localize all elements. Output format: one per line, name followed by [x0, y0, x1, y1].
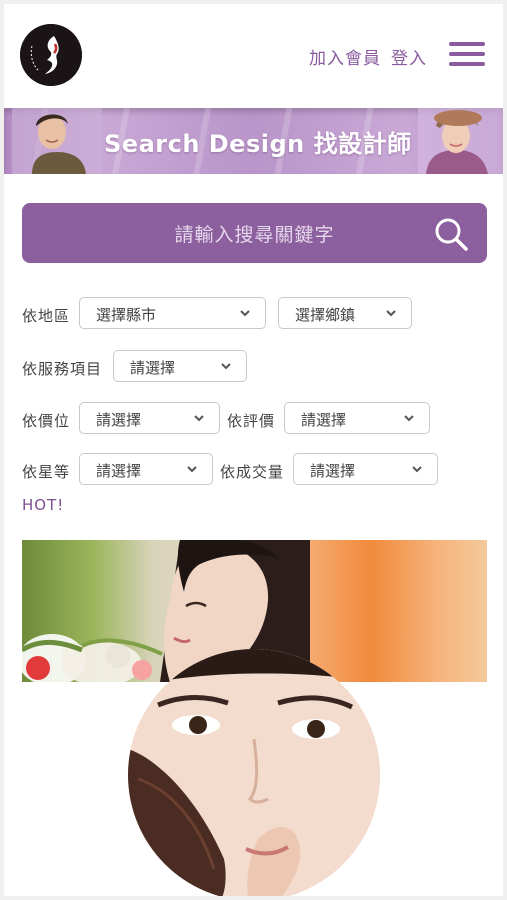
- price-select[interactable]: 請選擇: [79, 402, 220, 434]
- chevron-down-icon: [386, 310, 396, 317]
- service-select[interactable]: 請選擇: [113, 350, 247, 382]
- filter-label-deals: 依成交量: [220, 463, 285, 481]
- banner-title: Search Design 找設計師: [104, 130, 412, 158]
- search-input[interactable]: 請輸入搜尋關鍵字: [22, 203, 487, 263]
- banner-man-photo: [12, 108, 102, 174]
- chevron-down-icon: [412, 466, 422, 473]
- filter-label-region: 依地區: [22, 307, 71, 325]
- banner-woman-photo: [418, 108, 503, 174]
- page: 加入會員 登入 Search Design 找設計師 請輸入搜尋關鍵字 依地區 …: [4, 4, 503, 896]
- join-member-link[interactable]: 加入會員: [309, 49, 381, 69]
- town-select[interactable]: 選擇鄉鎮: [278, 297, 412, 329]
- search-placeholder: 請輸入搜尋關鍵字: [174, 224, 335, 246]
- nav-links: 加入會員 登入: [309, 44, 427, 69]
- chevron-down-icon: [240, 310, 250, 317]
- flower-bouquet-photo: [22, 634, 163, 682]
- login-link[interactable]: 登入: [391, 49, 427, 69]
- circle-portrait-photo[interactable]: [128, 649, 380, 896]
- stars-select[interactable]: 請選擇: [79, 453, 213, 485]
- salon-logo-icon[interactable]: [20, 24, 82, 86]
- chevron-down-icon: [221, 363, 231, 370]
- filter-label-stars: 依星等: [22, 463, 71, 481]
- deals-select[interactable]: 請選擇: [293, 453, 438, 485]
- chevron-down-icon: [194, 415, 204, 422]
- hot-link[interactable]: HOT!: [22, 496, 64, 514]
- search-icon[interactable]: [433, 216, 469, 252]
- city-select[interactable]: 選擇縣市: [79, 297, 266, 329]
- header: 加入會員 登入: [4, 4, 503, 108]
- rating-select[interactable]: 請選擇: [284, 402, 430, 434]
- chevron-down-icon: [187, 466, 197, 473]
- hamburger-menu-icon[interactable]: [449, 40, 485, 68]
- search-design-banner: Search Design 找設計師: [4, 108, 503, 174]
- filter-label-rating: 依評價: [227, 412, 276, 430]
- chevron-down-icon: [404, 415, 414, 422]
- filter-label-price: 依價位: [22, 412, 71, 430]
- woman-face-photo: [128, 649, 380, 896]
- filter-label-service: 依服務項目: [22, 360, 103, 378]
